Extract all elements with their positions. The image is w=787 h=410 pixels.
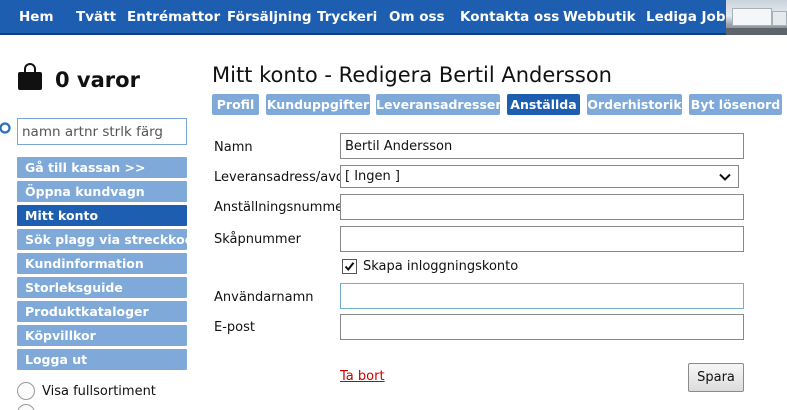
email-label: E-post — [214, 320, 255, 335]
top-navigation: Hem Tvätt Entrémattor Försäljning Trycke… — [0, 0, 787, 35]
save-button[interactable]: Spara — [688, 363, 744, 392]
employee-number-label: Anställningsnummer — [214, 200, 349, 215]
sidebar-item-barcode-search[interactable]: Sök plagg via streckkod — [17, 229, 194, 250]
nav-item-lediga-jobb[interactable]: Lediga Jobb — [646, 0, 735, 35]
create-login-checkbox[interactable] — [342, 259, 357, 274]
full-assortment-label: Visa fullsortiment — [42, 383, 156, 399]
username-field[interactable] — [340, 283, 744, 309]
employee-number-field[interactable] — [340, 194, 744, 220]
tab-profil[interactable]: Profil — [212, 94, 259, 115]
create-login-label: Skapa inloggningskonto — [363, 259, 519, 274]
tab-leveransadresser[interactable]: Leveransadresser — [376, 94, 502, 115]
nav-item-tvatt[interactable]: Tvätt — [76, 0, 116, 35]
sidebar-item-product-catalogs[interactable]: Produktkataloger — [17, 301, 187, 322]
sidebar-item-open-cart[interactable]: Öppna kundvagn — [17, 181, 187, 202]
search-icon — [0, 122, 11, 134]
cart-count[interactable]: 0 varor — [55, 68, 140, 92]
delete-link[interactable]: Ta bort — [340, 369, 385, 384]
locker-number-label: Skåpnummer — [214, 232, 301, 247]
nav-item-webbutik[interactable]: Webbutik — [563, 0, 636, 35]
radio-button[interactable] — [17, 382, 35, 400]
sidebar-item-size-guide[interactable]: Storleksguide — [17, 277, 187, 298]
sidebar-item-logout[interactable]: Logga ut — [17, 349, 187, 370]
tab-orderhistorik[interactable]: Orderhistorik — [587, 94, 682, 115]
address-label: Leveransadress/avd — [214, 170, 345, 185]
full-assortment-option[interactable]: Visa fullsortiment — [17, 381, 156, 401]
search-input[interactable] — [17, 118, 187, 145]
sidebar-item-my-account[interactable]: Mitt konto — [17, 205, 187, 226]
chevron-down-icon — [719, 173, 731, 181]
sidebar-item-terms[interactable]: Köpvillkor — [17, 325, 187, 346]
tab-kunduppgifter[interactable]: Kunduppgifter — [266, 94, 370, 115]
name-field[interactable] — [340, 133, 744, 159]
sidebar-item-checkout[interactable]: Gå till kassan >> — [17, 157, 187, 178]
nav-item-kontakta-oss[interactable]: Kontakta oss — [460, 0, 559, 35]
page-title: Mitt konto - Redigera Bertil Andersson — [212, 63, 612, 87]
nav-item-hem[interactable]: Hem — [19, 0, 54, 35]
locker-number-field[interactable] — [340, 226, 744, 252]
address-selected-value: [ Ingen ] — [345, 169, 400, 184]
tab-byt-losenord[interactable]: Byt lösenord — [689, 94, 782, 115]
nav-item-om-oss[interactable]: Om oss — [389, 0, 445, 35]
create-login-option[interactable]: Skapa inloggningskonto — [342, 259, 518, 274]
checkmark-icon — [344, 262, 355, 272]
nav-item-entremattor[interactable]: Entrémattor — [127, 0, 220, 35]
tab-anstallda[interactable]: Anställda — [507, 94, 580, 115]
shopping-bag-icon[interactable] — [17, 63, 43, 91]
nav-item-forsaljning[interactable]: Försäljning — [227, 0, 312, 35]
name-label: Namn — [214, 140, 253, 155]
username-label: Användarnamn — [214, 290, 314, 305]
radio-button[interactable] — [17, 404, 35, 410]
header-photo — [726, 0, 787, 35]
nav-item-tryckeri[interactable]: Tryckeri — [317, 0, 377, 35]
sidebar-item-customer-info[interactable]: Kundinformation — [17, 253, 187, 274]
email-field[interactable] — [340, 314, 744, 340]
address-select[interactable]: [ Ingen ] — [340, 165, 739, 188]
second-radio-option[interactable] — [17, 403, 42, 410]
